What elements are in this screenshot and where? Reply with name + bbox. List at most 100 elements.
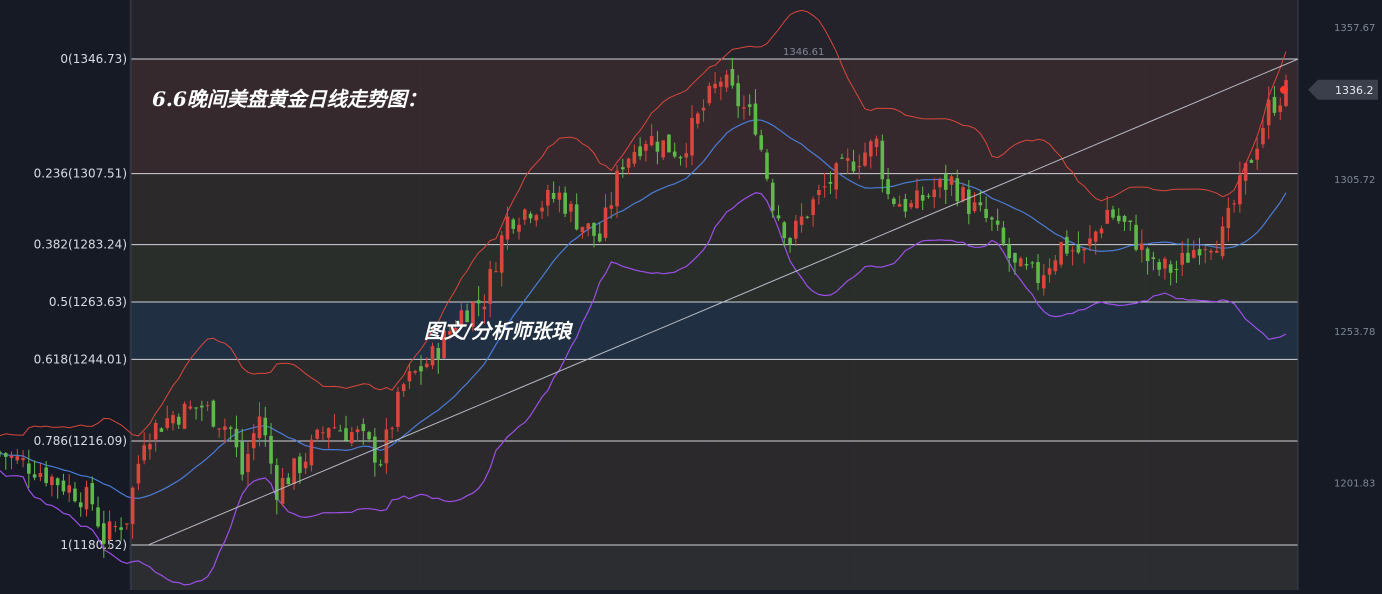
candle-body (113, 526, 118, 528)
candle-body (805, 216, 810, 218)
candle-body (638, 146, 642, 157)
candle-body (967, 189, 971, 214)
candle-body (1145, 248, 1150, 262)
candle-body (436, 347, 441, 360)
candle-body (107, 521, 112, 540)
candle-body (788, 238, 792, 245)
candle-body (684, 153, 689, 158)
candle-body (1070, 250, 1075, 252)
fib-zone (131, 173, 1298, 245)
candle-body (419, 366, 423, 372)
candle-body (200, 405, 204, 408)
candle-body (938, 179, 942, 188)
candle-body (378, 464, 383, 466)
candle-body (1197, 249, 1202, 256)
candle-body (130, 487, 135, 525)
candle-body (1111, 209, 1115, 218)
candle-body (1076, 244, 1081, 253)
candle-body (1255, 148, 1259, 160)
candle-body (234, 428, 239, 448)
candle-body (690, 118, 694, 156)
candle-body (1140, 243, 1144, 250)
candle-body (886, 179, 890, 195)
fib-zone (131, 59, 1298, 174)
candle-body (1105, 209, 1110, 224)
candle-body (344, 428, 348, 441)
candle-body (753, 103, 758, 135)
candle-body (1047, 268, 1052, 275)
candle-body (794, 220, 798, 239)
candle-body (1186, 252, 1190, 263)
candle-body (701, 107, 706, 111)
candle-body (626, 158, 631, 168)
candle-body (338, 430, 343, 432)
candle-body (136, 463, 141, 484)
candle-body (782, 222, 787, 239)
candle-body (915, 190, 919, 209)
candle-body (713, 83, 717, 89)
candle-body (188, 406, 193, 409)
candle-body (211, 400, 216, 427)
candle-body (1059, 242, 1063, 265)
candle-body (546, 190, 550, 206)
candle-body (275, 465, 279, 500)
candle-body (251, 433, 256, 449)
candle-body (592, 222, 596, 236)
candle-body (217, 428, 221, 430)
candle-body (176, 416, 181, 425)
candle-body (280, 478, 285, 504)
candle-body (1168, 264, 1173, 273)
candle-body (102, 523, 106, 544)
candle-body (892, 198, 896, 205)
candle-body (240, 441, 245, 475)
candle-body (165, 418, 170, 428)
candle-body (125, 523, 129, 525)
candle-body (286, 477, 291, 485)
candle-body (609, 205, 614, 209)
candle-body (759, 135, 764, 150)
candle-body (1272, 96, 1277, 113)
price-axis-tick: 1201.83 (1334, 479, 1375, 490)
candle-body (1191, 250, 1196, 258)
candle-body (1261, 127, 1265, 145)
candle-body (326, 428, 331, 438)
candle-body (632, 152, 637, 164)
candle-body (90, 483, 95, 505)
candle-body (765, 152, 769, 179)
candle-body (148, 443, 152, 450)
candle-body (292, 458, 296, 485)
candle-body (874, 138, 879, 148)
candle-body (1030, 262, 1035, 264)
candle-body (1088, 238, 1092, 246)
price-axis-tick: 1357.67 (1334, 23, 1375, 34)
candle-body (171, 415, 175, 424)
candle-body (0, 452, 2, 454)
candle-body (32, 474, 37, 478)
gold-daily-chart: 0(1346.73) 0.236(1307.51) 0.382(1283.24) 0.… (0, 0, 1382, 590)
price-axis-tick: 1305.72 (1334, 175, 1375, 186)
candle-body (3, 453, 8, 457)
candle-body (1232, 203, 1236, 205)
candle-body (649, 136, 654, 146)
candle-body (868, 141, 873, 157)
candle-body (298, 456, 302, 473)
candle-body (961, 187, 965, 201)
candle-body (142, 445, 146, 461)
candle-body (540, 207, 544, 212)
candle-body (223, 426, 227, 430)
candle-body (263, 417, 268, 436)
candle-body (799, 216, 804, 225)
candle-body (719, 81, 723, 87)
candle-body (9, 455, 14, 458)
candle-body (361, 424, 366, 432)
candle-body (943, 174, 948, 190)
candle-body (96, 507, 100, 527)
candle-body (1007, 244, 1011, 259)
candle-body (269, 435, 273, 464)
candle-body (747, 104, 752, 107)
candle-body (1209, 250, 1213, 253)
candle-body (257, 416, 262, 439)
candle-body (407, 371, 412, 382)
candle-body (1180, 252, 1184, 265)
candle-body (984, 208, 988, 219)
